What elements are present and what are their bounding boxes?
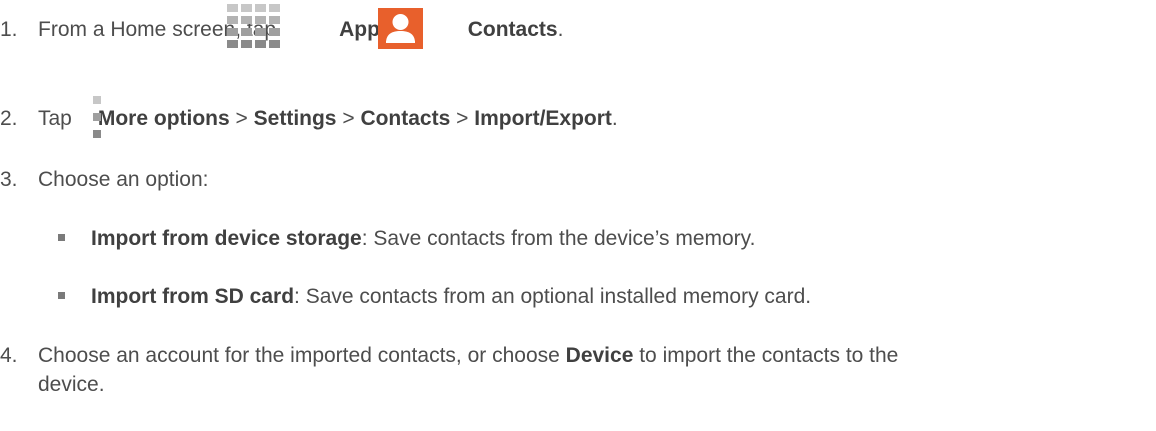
step-number: 1. [0, 18, 18, 41]
step-4-text-b: to import the contacts to the [639, 344, 899, 367]
device-label: Device [565, 344, 634, 367]
apps-grid-icon [227, 4, 281, 50]
separator: > [342, 107, 355, 130]
option-label: Import from SD card [91, 285, 295, 308]
step-4-text-c: device. [38, 373, 105, 396]
option-desc: : Save contacts from the device’s memory… [361, 227, 756, 250]
contacts-icon [378, 8, 423, 49]
more-options-label: More options [97, 107, 230, 130]
step-3-text: Choose an option: [38, 168, 209, 191]
step-number: 2. [0, 107, 18, 130]
step-1: 1.From a Home screen, tapApps >Contacts. [0, 17, 563, 43]
more-options-icon [93, 96, 101, 138]
step-number: 3. [0, 168, 18, 191]
step-4-continued: device. [38, 372, 105, 398]
import-export-label: Import/Export [474, 107, 612, 130]
period: . [557, 18, 564, 41]
contacts-label: Contacts [360, 107, 451, 130]
bullet-square-icon [58, 291, 65, 299]
period: . [611, 107, 618, 130]
step-3: 3. Choose an option: [0, 167, 208, 193]
settings-label: Settings [253, 107, 337, 130]
option-item: Import from SD card: Save contacts from … [58, 284, 811, 310]
step-2-text: Tap [38, 107, 72, 130]
separator: > [235, 107, 248, 130]
option-item: Import from device storage: Save contact… [58, 226, 755, 252]
separator: > [456, 107, 469, 130]
option-desc: : Save contacts from an optional install… [294, 285, 812, 308]
step-number: 4. [0, 344, 18, 367]
option-label: Import from device storage [91, 227, 362, 250]
bullet-square-icon [58, 233, 65, 241]
contacts-label: Contacts [467, 18, 558, 41]
step-4-text-a: Choose an account for the imported conta… [38, 344, 560, 367]
step-4: 4. Choose an account for the imported con… [0, 343, 898, 369]
